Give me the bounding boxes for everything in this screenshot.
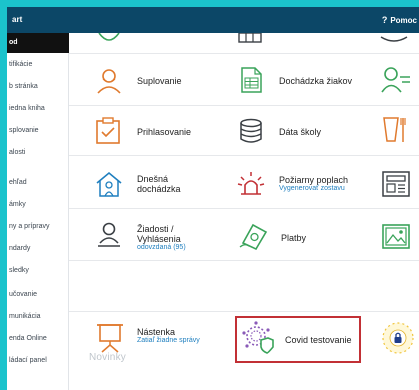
tile-label: Požiarny poplach	[279, 175, 349, 185]
home-person-icon	[96, 171, 122, 197]
sidebar-item-label: ndardy	[9, 245, 31, 252]
alarm-siren-icon	[237, 172, 265, 195]
attendance-sheet-icon	[241, 67, 262, 93]
sidebar-item-overview[interactable]: ehľad	[7, 173, 69, 193]
tile-label: Prihlasovanie	[137, 127, 192, 137]
sidebar-item-label: alosti	[9, 149, 26, 156]
tile-data-skoly[interactable]: Dáta školy	[233, 113, 373, 151]
tile-poziarny-poplach[interactable]: Požiarny poplach Vygenerovať zostavu	[233, 164, 373, 204]
tile-platby[interactable]: Platby	[233, 215, 373, 257]
sidebar: od tifikácie b stránka iedna kniha splov…	[7, 33, 69, 390]
substitution-icon	[97, 69, 121, 94]
sidebar-item-communication[interactable]: munikácia›	[7, 307, 69, 327]
partial-tile-icon	[98, 33, 120, 41]
users-list-icon[interactable]	[381, 65, 411, 95]
tile-dnesna-dochadzka[interactable]: Dnešná dochádzka	[89, 164, 229, 204]
help-button[interactable]: ? Pomoc	[382, 15, 417, 25]
tile-text: Žiadosti / Vyhlásenia odovzdaná (95)	[137, 224, 199, 252]
sidebar-item-label: od	[9, 39, 18, 46]
clipboard-check-icon	[96, 117, 120, 144]
row-divider	[69, 311, 419, 312]
help-icon: ?	[381, 15, 388, 25]
noticeboard-icon	[97, 324, 123, 353]
sidebar-item-label: ehľad	[9, 179, 27, 186]
sidebar-item-label: ámky	[9, 201, 26, 208]
tile-sublabel[interactable]: Zatiaľ žiadne správy	[137, 337, 200, 345]
help-label: Pomoc	[390, 16, 417, 25]
sidebar-item-label: enda Online	[9, 335, 47, 342]
sidebar-item-label: sledky	[9, 267, 29, 274]
sidebar-item-label: splovanie	[9, 127, 39, 134]
brand-title: art	[12, 15, 23, 24]
tile-label: Dnešná dochádzka	[137, 174, 181, 194]
tile-label: Nástenka	[137, 327, 176, 337]
row-divider	[69, 53, 419, 54]
image-gallery-icon[interactable]	[381, 222, 411, 252]
money-hand-icon	[239, 223, 268, 251]
sidebar-item-requests[interactable]: alosti	[7, 143, 69, 163]
news-heading: Novinky	[89, 352, 126, 363]
sidebar-item-dashboard[interactable]: ládací panel	[7, 351, 69, 371]
sidebar-item-label: ny a prípravy	[9, 223, 50, 230]
tile-ziadosti[interactable]: Žiadosti / Vyhlásenia odovzdaná (95)	[89, 215, 229, 257]
sidebar-item-web[interactable]: b stránka	[7, 77, 69, 97]
person-request-icon	[98, 222, 120, 247]
sidebar-item-teaching[interactable]: učovanie›	[7, 285, 69, 305]
sidebar-item-label: munikácia	[9, 313, 41, 320]
row-divider	[69, 260, 419, 261]
tile-dochadzka-ziakov[interactable]: Dochádzka žiakov	[233, 62, 373, 100]
dining-icon[interactable]	[381, 115, 411, 145]
sidebar-item-label: ládací panel	[9, 357, 47, 364]
tile-label: Dáta školy	[279, 127, 322, 137]
sidebar-item-online[interactable]: enda Online	[7, 329, 69, 349]
sidebar-item-label: tifikácie	[9, 61, 33, 68]
sidebar-item-label: b stránka	[9, 83, 38, 90]
security-lock-icon[interactable]	[381, 321, 415, 355]
app-frame: art ? Pomoc od tifikácie b stránka iedna …	[7, 7, 419, 390]
sidebar-item-grades[interactable]: ámky	[7, 195, 69, 215]
database-icon	[240, 118, 262, 143]
tile-label: Žiadosti / Vyhlásenia	[137, 224, 181, 244]
tile-sublabel[interactable]: odovzdaná (95)	[137, 244, 199, 252]
sidebar-item-plans[interactable]: ny a prípravy	[7, 217, 69, 237]
partial-tile-icon	[238, 33, 262, 43]
sidebar-item-results[interactable]: sledky	[7, 261, 69, 281]
tile-label: Platby	[281, 233, 307, 243]
sidebar-item-book[interactable]: iedna kniha	[7, 99, 69, 119]
sidebar-item-notifications[interactable]: tifikácie	[7, 55, 69, 75]
tile-sublabel[interactable]: Vygenerovať zostavu	[279, 185, 348, 193]
tile-label: Dochádzka žiakov	[279, 76, 353, 86]
sidebar-item-home[interactable]: od	[7, 33, 69, 53]
sidebar-item-substitution[interactable]: splovanie	[7, 121, 69, 141]
row-divider	[69, 208, 419, 209]
partial-tile-icon	[380, 36, 408, 42]
tile-text: Dnešná dochádzka	[137, 174, 199, 194]
sidebar-item-standards[interactable]: ndardy	[7, 239, 69, 259]
sidebar-item-label: učovanie	[9, 291, 38, 298]
tile-text: Nástenka Zatiaľ žiadne správy	[137, 327, 200, 345]
sidebar-item-label: iedna kniha	[9, 105, 45, 112]
top-bar: art ? Pomoc	[7, 7, 419, 33]
newspaper-icon[interactable]	[381, 169, 411, 199]
tile-label: Suplovanie	[137, 76, 182, 86]
tile-prihlasovanie[interactable]: Prihlasovanie	[89, 113, 229, 151]
selection-highlight	[235, 316, 361, 363]
tile-text: Požiarny poplach Vygenerovať zostavu	[279, 175, 348, 193]
row-divider	[69, 155, 419, 156]
tile-suplovanie[interactable]: Suplovanie	[89, 62, 229, 100]
row-divider	[69, 105, 419, 106]
